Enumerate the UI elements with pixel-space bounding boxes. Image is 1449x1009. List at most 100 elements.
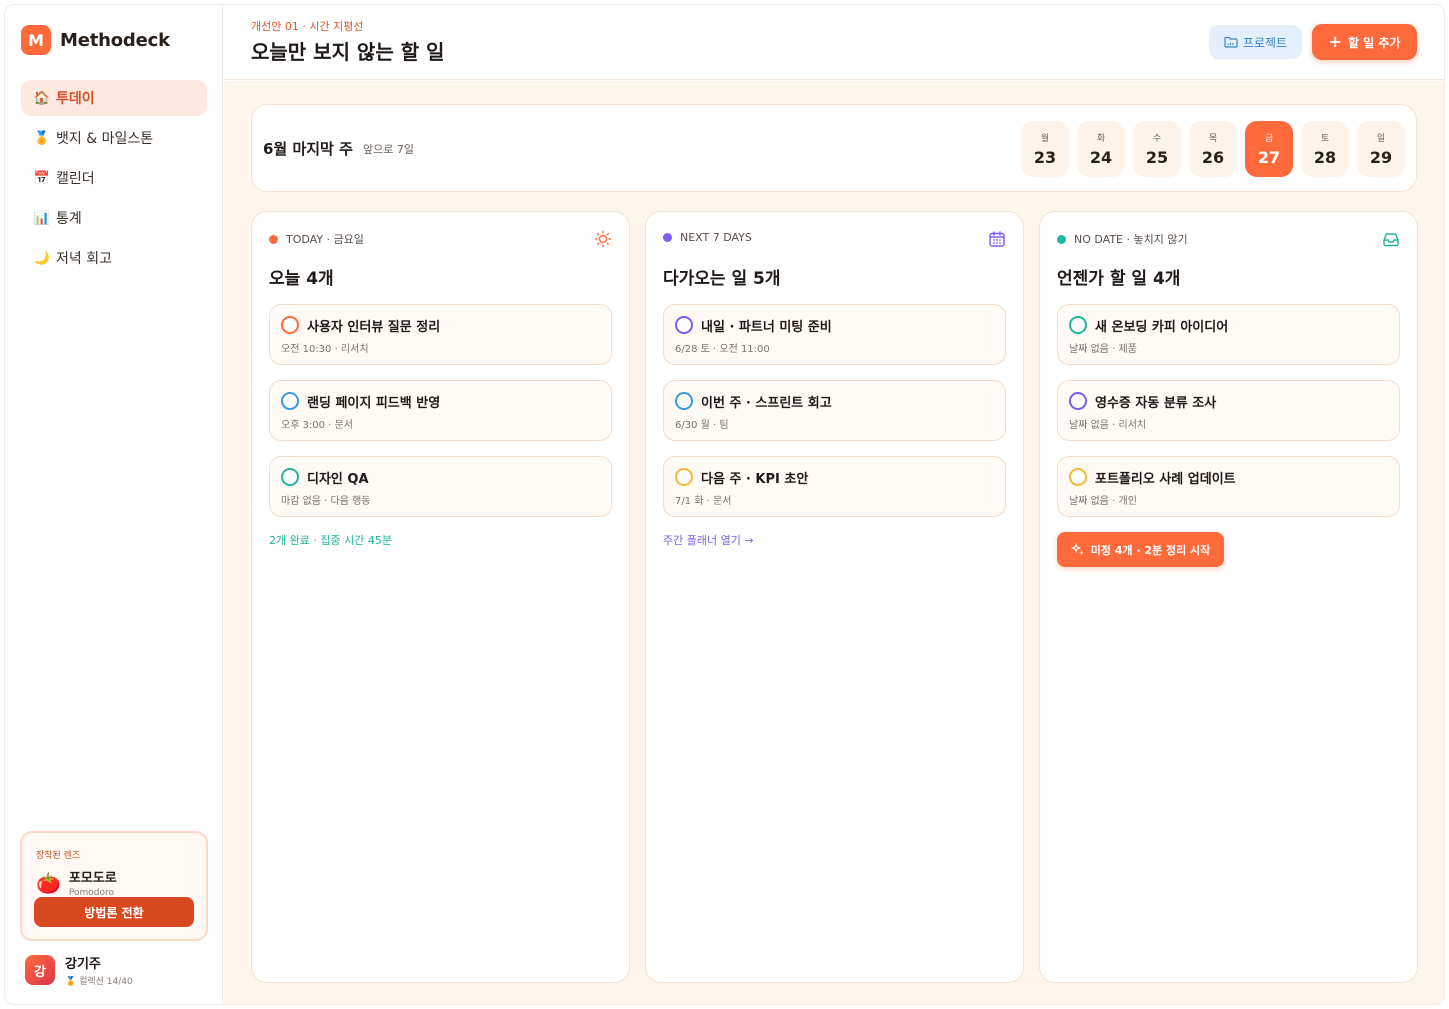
- task-list: 새 온보딩 카피 아이디어 날짜 없음 · 제품 영수증 자동 분류 조사 날짜…: [1057, 304, 1400, 532]
- column-title: 오늘 4개: [269, 269, 334, 289]
- inbox-icon[interactable]: [1382, 230, 1400, 248]
- equipped-lens-card: 장착된 렌즈 🍅 포모도로 Pomodoro 방법론 전환: [20, 831, 208, 941]
- sidebar: M Methodeck 🏠 투데이 🏅 뱃지 & 마일스톤 📅 캘린더 📊 통계…: [5, 5, 223, 1004]
- week-subtitle: 앞으로 7일: [363, 143, 414, 156]
- task-title: 내일 · 파트너 미팅 준비: [701, 320, 832, 335]
- day-name: 화: [1096, 134, 1106, 144]
- add-task-label: 할 일 추가: [1347, 35, 1401, 50]
- medal-icon: 🏅: [33, 130, 51, 146]
- day-name: 금: [1264, 134, 1274, 144]
- task-card[interactable]: 내일 · 파트너 미팅 준비 6/28 토 · 오전 11:00: [663, 304, 1006, 365]
- task-title: 포트폴리오 사례 업데이트: [1095, 472, 1236, 487]
- week-strip: 6월 마지막 주 앞으로 7일 월 23 화 24 수 25 목 26 금 27…: [251, 104, 1417, 192]
- task-meta: 6/28 토 · 오전 11:00: [675, 344, 770, 355]
- project-button[interactable]: 프로젝트: [1209, 25, 1302, 59]
- day-number: 25: [1145, 148, 1169, 167]
- sidebar-item-label: 통계: [56, 211, 82, 227]
- task-title: 새 온보딩 카피 아이디어: [1095, 320, 1229, 335]
- task-meta: 오후 3:00 · 문서: [281, 420, 353, 431]
- task-list: 사용자 인터뷰 질문 정리 오전 10:30 · 리서치 랜딩 페이지 피드백 …: [269, 304, 612, 532]
- next7-column: NEXT 7 DAYS 다가오는 일 5개 내일 · 파트너 미팅 준비 6/2…: [645, 211, 1024, 983]
- task-checkbox[interactable]: [1069, 316, 1087, 334]
- project-button-label: 프로젝트: [1242, 35, 1288, 50]
- task-checkbox[interactable]: [1069, 468, 1087, 486]
- task-card[interactable]: 영수증 자동 분류 조사 날짜 없음 · 리서치: [1057, 380, 1400, 441]
- day-picker: 월 23 화 24 수 25 목 26 금 27 토 28 일 29: [1021, 121, 1405, 177]
- task-title: 사용자 인터뷰 질문 정리: [307, 320, 441, 335]
- column-label: TODAY · 금요일: [286, 233, 364, 246]
- day-chip[interactable]: 수 25: [1133, 121, 1181, 177]
- task-meta: 7/1 화 · 문서: [675, 496, 732, 507]
- column-label: NEXT 7 DAYS: [680, 231, 752, 244]
- task-card[interactable]: 포트폴리오 사례 업데이트 날짜 없음 · 개인: [1057, 456, 1400, 517]
- day-name: 일: [1376, 134, 1386, 144]
- day-chip[interactable]: 금 27: [1245, 121, 1293, 177]
- switch-method-button[interactable]: 방법론 전환: [34, 897, 194, 927]
- status-dot: [663, 233, 672, 242]
- task-card[interactable]: 사용자 인터뷰 질문 정리 오전 10:30 · 리서치: [269, 304, 612, 365]
- calendar-icon[interactable]: [988, 230, 1006, 248]
- day-number: 26: [1201, 148, 1225, 167]
- bar-chart-icon: 📊: [33, 210, 51, 226]
- sparkle-icon: [1071, 542, 1084, 555]
- sun-icon[interactable]: [594, 230, 612, 248]
- column-label: NO DATE · 놓치지 않기: [1074, 233, 1188, 246]
- task-checkbox[interactable]: [281, 316, 299, 334]
- brand-name: Methodeck: [60, 29, 170, 51]
- today-summary: 2개 완료 · 집중 시간 45분: [269, 534, 392, 547]
- open-weekly-planner-link[interactable]: 주간 플래너 열기 →: [663, 532, 754, 548]
- sidebar-item-label: 캘린더: [56, 171, 95, 187]
- user-profile[interactable]: 강 강기주 🏅 컬렉션 14/40: [25, 953, 133, 987]
- task-checkbox[interactable]: [281, 392, 299, 410]
- lens-caption: 장착된 렌즈: [36, 851, 81, 861]
- day-name: 월: [1040, 134, 1050, 144]
- task-checkbox[interactable]: [281, 468, 299, 486]
- avatar: 강: [25, 955, 55, 985]
- brand[interactable]: M Methodeck: [21, 25, 170, 55]
- day-chip[interactable]: 일 29: [1357, 121, 1405, 177]
- day-number: 28: [1313, 148, 1337, 167]
- day-chip[interactable]: 화 24: [1077, 121, 1125, 177]
- task-meta: 날짜 없음 · 리서치: [1069, 420, 1147, 431]
- day-chip[interactable]: 목 26: [1189, 121, 1237, 177]
- page-eyebrow: 개선안 01 · 시간 지평선: [251, 20, 364, 33]
- user-name: 강기주: [65, 957, 101, 972]
- day-chip[interactable]: 토 28: [1301, 121, 1349, 177]
- sidebar-item-badges[interactable]: 🏅 뱃지 & 마일스톤: [21, 120, 207, 156]
- task-list: 내일 · 파트너 미팅 준비 6/28 토 · 오전 11:00 이번 주 · …: [663, 304, 1006, 532]
- task-meta: 오전 10:30 · 리서치: [281, 344, 369, 355]
- sidebar-item-label: 저녁 회고: [56, 251, 112, 267]
- sidebar-item-calendar[interactable]: 📅 캘린더: [21, 160, 207, 196]
- page-title: 오늘만 보지 않는 할 일: [251, 40, 445, 64]
- home-icon: 🏠: [33, 90, 51, 106]
- task-checkbox[interactable]: [1069, 392, 1087, 410]
- task-meta: 마감 없음 · 다음 행동: [281, 496, 371, 507]
- no-date-column: NO DATE · 놓치지 않기 언젠가 할 일 4개 새 온보딩 카피 아이디…: [1039, 211, 1418, 983]
- day-number: 24: [1089, 148, 1113, 167]
- plus-icon: +: [1328, 32, 1342, 51]
- task-meta: 6/30 월 · 팀: [675, 420, 729, 431]
- task-checkbox[interactable]: [675, 316, 693, 334]
- sidebar-item-evening-review[interactable]: 🌙 저녁 회고: [21, 240, 207, 276]
- add-task-button[interactable]: + 할 일 추가: [1312, 24, 1417, 60]
- sidebar-item-today[interactable]: 🏠 투데이: [21, 80, 207, 116]
- status-dot: [269, 234, 278, 244]
- day-name: 토: [1320, 134, 1330, 144]
- task-checkbox[interactable]: [675, 468, 693, 486]
- task-card[interactable]: 다음 주 · KPI 초안 7/1 화 · 문서: [663, 456, 1006, 517]
- main-content: 6월 마지막 주 앞으로 7일 월 23 화 24 수 25 목 26 금 27…: [224, 81, 1444, 1004]
- task-card[interactable]: 새 온보딩 카피 아이디어 날짜 없음 · 제품: [1057, 304, 1400, 365]
- start-cleanup-button[interactable]: 미정 4개 · 2분 정리 시작: [1057, 532, 1224, 567]
- day-chip[interactable]: 월 23: [1021, 121, 1069, 177]
- task-title: 이번 주 · 스프린트 회고: [701, 396, 832, 411]
- task-card[interactable]: 랜딩 페이지 피드백 반영 오후 3:00 · 문서: [269, 380, 612, 441]
- week-title: 6월 마지막 주: [263, 140, 353, 158]
- sidebar-item-stats[interactable]: 📊 통계: [21, 200, 207, 236]
- task-card[interactable]: 디자인 QA 마감 없음 · 다음 행동: [269, 456, 612, 517]
- task-card[interactable]: 이번 주 · 스프린트 회고 6/30 월 · 팀: [663, 380, 1006, 441]
- column-title: 다가오는 일 5개: [663, 269, 781, 289]
- day-name: 수: [1152, 134, 1162, 144]
- column-title: 언젠가 할 일 4개: [1057, 269, 1181, 289]
- task-checkbox[interactable]: [675, 392, 693, 410]
- task-meta: 날짜 없음 · 개인: [1069, 496, 1137, 507]
